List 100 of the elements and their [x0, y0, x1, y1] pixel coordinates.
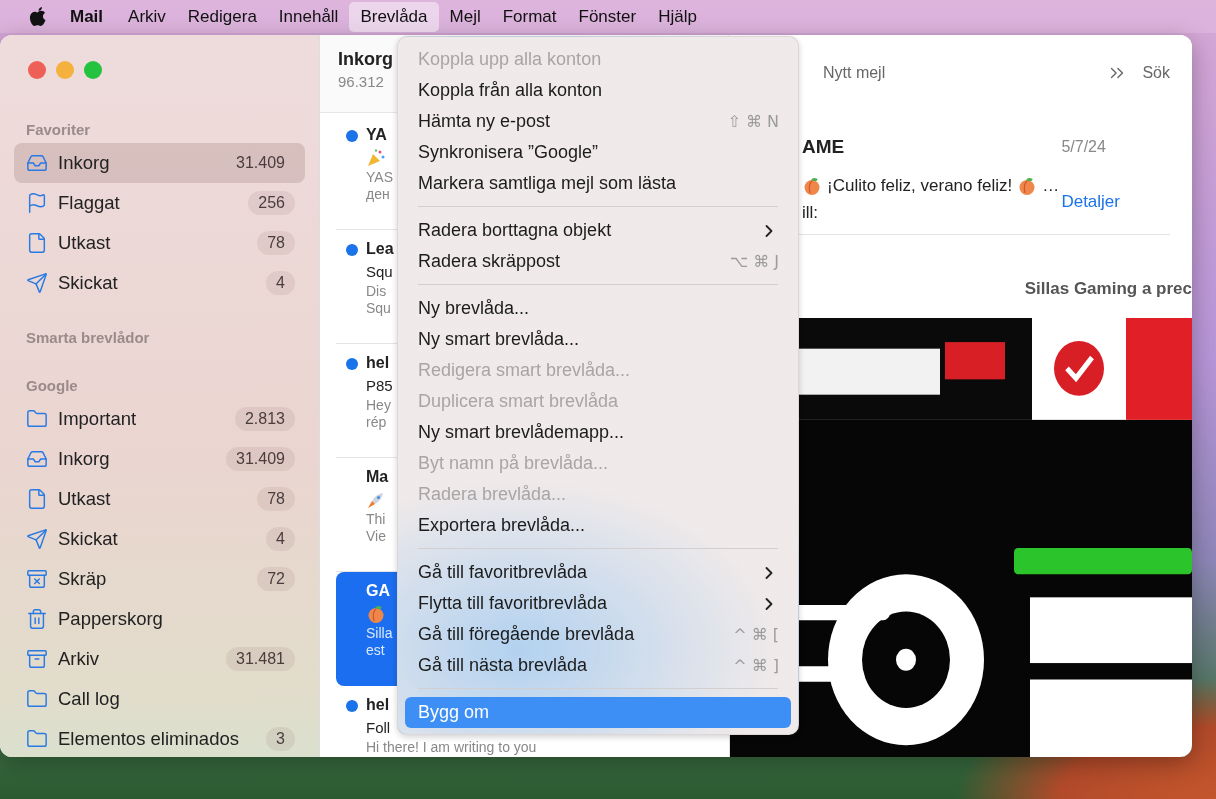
ellipsis: … — [1042, 176, 1060, 196]
search-button[interactable]: Sök — [1142, 63, 1170, 82]
archive-box-icon — [26, 648, 48, 670]
sender: GA — [366, 581, 390, 601]
menu-item[interactable]: Ny smart brevlåda... — [405, 324, 791, 355]
subject: Squ — [366, 262, 393, 282]
preview-text: YAS — [366, 169, 393, 186]
menu-item[interactable]: Flytta till favoritbrevlåda — [405, 588, 791, 619]
unread-count: 4 — [266, 271, 295, 295]
preview-text: Hi there! I am writing to you — [366, 739, 537, 756]
unread-count: 3 — [266, 727, 295, 751]
message-count: 96.312 — [338, 73, 384, 90]
sidebar-item[interactable]: Arkiv 31.481 — [14, 639, 305, 679]
sidebar-item[interactable]: Papperskorg — [14, 599, 305, 639]
sender: hel — [366, 695, 390, 715]
menu-item[interactable]: Gå till favoritbrevlåda — [405, 557, 791, 588]
date: 5/7/24 — [1061, 137, 1107, 157]
menu-item[interactable]: Radera skräppost ⌥ ⌘ J — [405, 246, 791, 277]
shortcut: ^ ⌘ ] — [733, 656, 779, 675]
section-heading: Smarta brevlådor — [25, 328, 151, 348]
menu-bar-item[interactable]: Redigera — [176, 1, 268, 32]
menu-bar-item[interactable]: Format — [491, 1, 568, 32]
menu-item[interactable]: Gå till föregående brevlåda ^ ⌘ [ — [405, 619, 791, 650]
sender: Ma — [366, 467, 389, 487]
unread-count: 31.409 — [235, 153, 286, 173]
sidebar-item[interactable]: Utkast 78 — [14, 223, 305, 263]
sender-name: AME — [802, 135, 846, 159]
mailbox-title: Inkorg — [338, 49, 393, 70]
menu-item[interactable]: Gå till nästa brevlåda ^ ⌘ ] — [405, 650, 791, 681]
preview-text: Dis — [366, 283, 387, 300]
sidebar-item[interactable]: Call log — [14, 679, 305, 719]
sidebar-item[interactable]: Elementos eliminados 3 — [14, 719, 305, 757]
email-headline: Sillas Gaming a prec — [1024, 279, 1192, 300]
peach-icon — [366, 603, 386, 624]
unread-count: 31.481 — [226, 647, 295, 671]
menu-bar-item[interactable]: Mejl — [438, 1, 492, 32]
menu-item[interactable]: Ny smart brevlådemapp... — [405, 417, 791, 448]
junk-box-icon — [26, 568, 48, 590]
inbox-icon — [26, 152, 48, 174]
sender: YA — [366, 125, 387, 145]
menu-item[interactable]: Radera borttagna objekt — [405, 215, 791, 246]
document-icon — [26, 488, 48, 510]
preview-text: Vie — [366, 528, 386, 545]
unread-count: 4 — [266, 527, 295, 551]
preview-text: rép — [366, 414, 387, 431]
menu-item[interactable]: Synkronisera ”Google” — [405, 137, 791, 168]
subject: Foll — [366, 718, 391, 738]
sidebar-item[interactable]: Inkorg 31.409 — [14, 143, 305, 183]
menu-item[interactable]: Exportera brevlåda... — [405, 510, 791, 541]
shortcut: ⌥ ⌘ J — [729, 252, 779, 271]
folder-icon — [26, 728, 48, 750]
shortcut: ^ ⌘ [ — [733, 625, 779, 644]
sidebar-item[interactable]: Skräp 72 — [14, 559, 305, 599]
new-message-button[interactable]: Nytt mejl — [823, 63, 886, 82]
minimize-button[interactable] — [56, 61, 74, 79]
sidebar-item[interactable]: Skickat 4 — [14, 263, 305, 303]
document-icon — [26, 232, 48, 254]
zoom-button[interactable] — [84, 61, 102, 79]
sidebar-item[interactable]: Skickat 4 — [14, 519, 305, 559]
preview-text: Thi — [366, 511, 386, 528]
details-link[interactable]: Detaljer — [1061, 192, 1120, 213]
menu-bar-item[interactable]: Fönster — [567, 1, 648, 32]
paper-plane-icon — [26, 272, 48, 294]
unread-count: 256 — [248, 191, 295, 215]
menu-item[interactable]: Ny brevlåda... — [405, 293, 791, 324]
unread-count: 78 — [257, 487, 295, 511]
preview-text: ден — [366, 186, 390, 203]
preview-text: Silla — [366, 625, 393, 642]
sidebar-item[interactable]: Flaggat 256 — [14, 183, 305, 223]
menu-item[interactable]: Markera samtliga mejl som lästa — [405, 168, 791, 199]
unread-count: 72 — [257, 567, 295, 591]
menu-bar-item[interactable]: Hjälp — [647, 1, 708, 32]
paper-plane-icon — [26, 528, 48, 550]
party-popper-icon — [366, 147, 386, 168]
menu-bar-item[interactable]: Innehåll — [267, 1, 350, 32]
app-menu[interactable]: Mail — [48, 2, 118, 31]
preview-text: Hey — [366, 397, 391, 414]
menu-bar-item[interactable]: Arkiv — [117, 1, 177, 32]
sidebar-item[interactable]: Utkast 78 — [14, 479, 305, 519]
menu-item[interactable]: Koppla från alla konton — [405, 75, 791, 106]
unread-count: 78 — [257, 231, 295, 255]
menu-bar-item[interactable]: Brevlåda — [349, 1, 439, 32]
recipient-label: ill: — [802, 203, 820, 225]
section-heading: Google — [25, 376, 79, 396]
subject: P85 — [366, 376, 393, 396]
sidebar-item[interactable]: Inkorg 31.409 — [14, 439, 305, 479]
folder-icon — [26, 688, 48, 710]
close-button[interactable] — [28, 61, 46, 79]
shortcut: ⇧ ⌘ N — [727, 112, 779, 131]
preview-text: est — [366, 642, 385, 659]
inbox-icon — [26, 448, 48, 470]
preview-text: Squ — [366, 300, 391, 317]
subject: ¡Culito feliz, verano feliz! — [827, 176, 1013, 196]
sender: Lea — [366, 239, 394, 259]
menu-item[interactable]: Hämta ny e-post ⇧ ⌘ N — [405, 106, 791, 137]
trash-icon — [26, 608, 48, 630]
sidebar-item[interactable]: Important 2.813 — [14, 399, 305, 439]
apple-icon[interactable] — [28, 5, 48, 28]
section-heading: Favoriter — [25, 120, 92, 140]
peach-icon — [802, 176, 822, 196]
